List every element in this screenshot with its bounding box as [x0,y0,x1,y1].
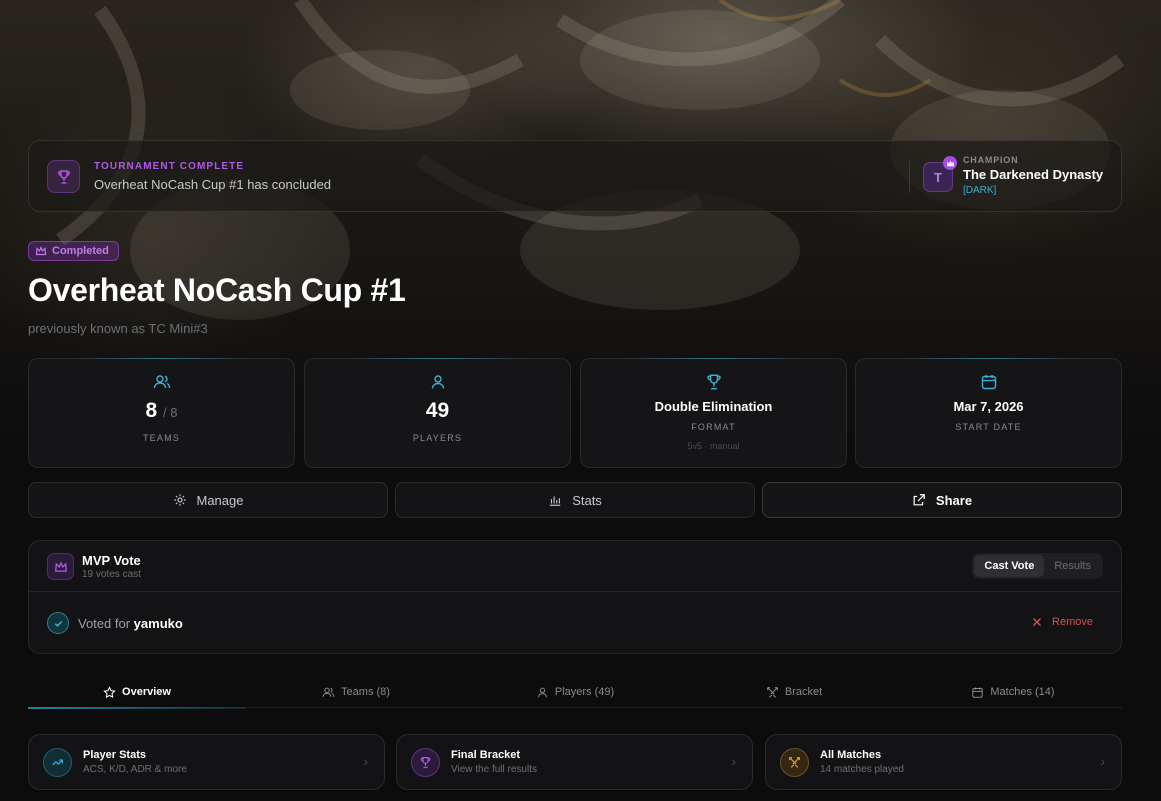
share-button-label: Share [935,492,973,508]
manage-button-label: Manage [196,492,244,508]
bar-chart-icon [549,496,561,506]
banner-text: Overheat NoCash Cup #1 has concluded [94,177,332,192]
swords-icon [766,686,778,698]
gear-icon [173,494,186,506]
trophy-icon [411,748,440,777]
trending-up-icon [43,748,72,777]
chevron-right-icon: › [363,753,368,769]
banner-divider [909,161,910,193]
quicklink-title: Player Stats [83,749,146,761]
stat-players-value: 49 [425,399,450,422]
mvp-vote-title: MVP Vote [82,553,141,568]
manage-button[interactable]: Manage [28,482,388,518]
user-icon [305,373,570,391]
mvp-view-toggle: Cast Vote Results [972,553,1103,579]
banner-kicker: TOURNAMENT COMPLETE [94,161,245,172]
page-subtitle: previously known as TC Mini#3 [28,321,208,336]
crown-icon [47,553,74,580]
remove-vote-button[interactable]: Remove [1032,616,1093,628]
tournament-complete-banner: TOURNAMENT COMPLETE Overheat NoCash Cup … [28,140,1122,212]
stat-players-label: PLAYERS [412,433,463,443]
tab-teams-label: Teams (8) [341,686,390,698]
quicklink-title: All Matches [820,749,882,761]
tab-cast-vote[interactable]: Cast Vote [974,555,1045,577]
stat-card-teams: 8 / 8 TEAMS [28,358,295,468]
tab-players[interactable]: Players (49) [466,676,684,708]
quicklink-title: Final Bracket [451,749,521,761]
external-link-icon [913,494,925,506]
remove-vote-label: Remove [1052,616,1093,628]
stat-format-sub: 5v5 · manual [687,441,740,451]
stat-date-label: START DATE [955,422,1022,432]
champion-tag: [DARK] [963,185,997,196]
tab-matches-label: Matches (14) [990,686,1055,698]
check-icon [47,612,69,634]
star-icon [103,685,116,698]
voted-player-name: yamuko [133,616,183,631]
quicklink-subtitle: ACS, K/D, ADR & more [83,764,187,775]
close-icon [1033,618,1042,626]
tab-overview[interactable]: Overview [28,676,246,709]
stat-card-date: Mar 7, 2026 START DATE [855,358,1122,468]
champion-kicker: CHAMPION [963,155,1019,165]
quicklink-final-bracket[interactable]: Final Bracket View the full results › [396,734,753,790]
tab-bracket[interactable]: Bracket [685,676,903,708]
page-title: Overheat NoCash Cup #1 [28,272,406,308]
stat-teams-value: 8 / 8 [145,399,178,422]
calendar-icon [856,373,1121,391]
crown-icon [943,156,957,170]
tab-results[interactable]: Results [1044,555,1101,577]
stat-card-players: 49 PLAYERS [304,358,571,468]
quicklink-subtitle: View the full results [451,764,537,775]
trophy-icon [47,160,80,193]
tab-teams[interactable]: Teams (8) [247,676,465,708]
stat-teams-max: / 8 [163,405,178,420]
users-icon [322,687,335,697]
tab-overview-label: Overview [122,686,171,698]
user-icon [537,687,547,697]
stats-button-label: Stats [572,492,602,508]
stat-date-value: Mar 7, 2026 [953,399,1024,414]
quicklink-subtitle: 14 matches played [820,764,904,775]
champion-name: The Darkened Dynasty [963,167,1104,182]
users-icon [29,373,294,391]
stat-teams-label: TEAMS [142,433,180,443]
tab-matches[interactable]: Matches (14) [904,676,1122,708]
swords-icon [780,748,809,777]
quicklink-all-matches[interactable]: All Matches 14 matches played › [765,734,1122,790]
trophy-icon [581,373,846,391]
tournament-tabs: Overview Teams (8) Players (49) Bracket … [28,676,1122,709]
stats-button[interactable]: Stats [395,482,755,518]
status-badge-label: Completed [52,245,109,257]
stat-format-value: Double Elimination [654,399,773,414]
voted-for-text: Voted for yamuko [78,616,183,631]
chevron-right-icon: › [1100,753,1105,769]
stat-format-label: FORMAT [691,422,736,432]
stat-card-format: Double Elimination FORMAT 5v5 · manual [580,358,847,468]
calendar-icon [972,686,984,698]
tab-players-label: Players (49) [554,686,615,698]
share-button[interactable]: Share [762,482,1122,518]
quicklink-player-stats[interactable]: Player Stats ACS, K/D, ADR & more › [28,734,385,790]
mvp-vote-panel: MVP Vote 19 votes cast Cast Vote Results… [28,540,1122,654]
status-badge: Completed [28,241,119,261]
tab-bracket-label: Bracket [784,686,823,698]
chevron-right-icon: › [731,753,736,769]
mvp-vote-count: 19 votes cast [82,569,141,580]
mvp-vote-header: MVP Vote 19 votes cast Cast Vote Results [29,541,1121,592]
crown-icon [35,245,47,256]
